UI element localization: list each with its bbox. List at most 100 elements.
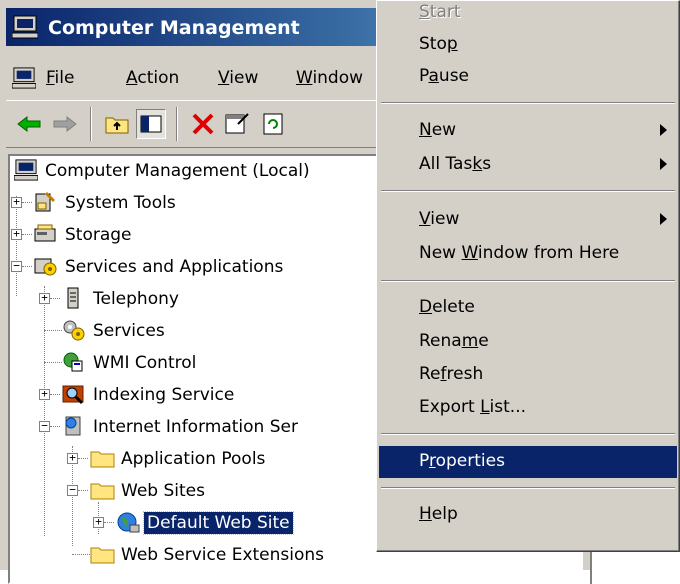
menu-item-new-window-from-here[interactable]: New Window from Here bbox=[379, 238, 677, 270]
label-post: s bbox=[482, 154, 492, 174]
tree-connector bbox=[50, 426, 60, 427]
tree-item-label: Application Pools bbox=[121, 449, 266, 469]
back-arrow-icon[interactable] bbox=[14, 109, 44, 139]
label-key: W bbox=[461, 243, 478, 263]
menu-item-text: Pause bbox=[419, 66, 469, 86]
menu-separator bbox=[381, 433, 675, 435]
label-post: resh bbox=[446, 364, 484, 384]
label-post: elete bbox=[432, 297, 475, 317]
label-pre: Re bbox=[419, 364, 441, 384]
tree-item-label: WMI Control bbox=[93, 353, 197, 373]
label-post: use bbox=[438, 66, 470, 86]
menu-item-view[interactable]: View bbox=[379, 204, 677, 236]
menu-item-text: All Tasks bbox=[419, 154, 491, 174]
menu-item-rename[interactable]: Rename bbox=[379, 326, 677, 358]
menu-view-post: iew bbox=[229, 68, 259, 88]
tree-connector bbox=[44, 362, 62, 363]
expand-plus-icon[interactable]: + bbox=[67, 452, 78, 464]
menu-separator bbox=[381, 487, 675, 489]
label-key: a bbox=[428, 66, 439, 86]
menu-item-pause[interactable]: Pause bbox=[379, 61, 677, 93]
label-pre: All Tas bbox=[419, 154, 473, 174]
tree-item-label: Services bbox=[93, 321, 165, 341]
menu-item-export-list[interactable]: Export List... bbox=[379, 392, 677, 424]
label-post: ew bbox=[431, 120, 457, 140]
tree-item-label: Internet Information Ser bbox=[93, 417, 298, 437]
menu-window[interactable]: Window bbox=[296, 68, 363, 88]
collapse-minus-icon[interactable]: − bbox=[39, 420, 50, 432]
menu-item-text: Properties bbox=[419, 451, 505, 471]
toolbar-separator bbox=[176, 107, 178, 141]
tree-item-label: Computer Management (Local) bbox=[45, 161, 310, 181]
expand-plus-icon[interactable]: + bbox=[11, 228, 22, 240]
label-pre: New bbox=[419, 243, 462, 263]
window-title: Computer Management bbox=[48, 17, 300, 39]
menu-item-stop[interactable]: Stop bbox=[379, 29, 677, 61]
label-pre: P bbox=[419, 451, 429, 471]
menu-item-properties[interactable]: Properties bbox=[379, 446, 677, 478]
label-pre: P bbox=[419, 66, 429, 86]
expand-plus-icon[interactable]: + bbox=[39, 388, 50, 400]
menu-action-post: ction bbox=[137, 68, 180, 88]
folder-icon bbox=[90, 447, 116, 474]
properties-icon[interactable] bbox=[222, 109, 252, 139]
menu-action-key: A bbox=[126, 68, 138, 88]
tree-connector bbox=[16, 196, 17, 296]
tree-connector bbox=[104, 522, 114, 523]
label-key: p bbox=[446, 34, 458, 54]
tree-connector bbox=[78, 490, 88, 491]
label-key: D bbox=[419, 297, 433, 317]
menu-window-post: indow bbox=[312, 68, 364, 88]
system-menu-icon[interactable] bbox=[11, 67, 37, 94]
label-post: iew bbox=[430, 209, 460, 229]
delete-icon[interactable] bbox=[188, 109, 218, 139]
menu-item-all-tasks[interactable]: All Tasks bbox=[379, 149, 677, 181]
menu-item-text: New bbox=[419, 120, 456, 140]
folder-icon bbox=[90, 479, 116, 506]
toolbar-separator bbox=[90, 107, 92, 141]
menu-item-text: View bbox=[419, 209, 459, 229]
collapse-minus-icon[interactable]: − bbox=[67, 484, 78, 496]
label-key: k bbox=[472, 154, 483, 174]
menu-separator bbox=[381, 280, 675, 282]
menu-item-help[interactable]: Help bbox=[379, 499, 677, 531]
menu-item-text: Help bbox=[419, 504, 458, 524]
menu-view[interactable]: View bbox=[218, 68, 258, 88]
menu-item-text: Export List... bbox=[419, 397, 526, 417]
label-key: r bbox=[428, 451, 436, 471]
expand-plus-icon[interactable]: + bbox=[11, 196, 22, 208]
label-key: V bbox=[419, 209, 431, 229]
menu-item-text: Rename bbox=[419, 331, 489, 351]
label-post: elp bbox=[431, 504, 458, 524]
menu-file[interactable]: File bbox=[46, 68, 74, 88]
submenu-arrow-icon bbox=[660, 158, 667, 170]
forward-arrow-icon[interactable] bbox=[50, 109, 80, 139]
label-pre: Sto bbox=[419, 34, 447, 54]
menu-item-new[interactable]: New bbox=[379, 115, 677, 147]
tree-connector bbox=[44, 286, 45, 536]
expand-plus-icon[interactable]: + bbox=[93, 516, 104, 528]
tree-item-label: Web Sites bbox=[121, 481, 205, 501]
label-post: ist... bbox=[489, 397, 527, 417]
telephony-icon bbox=[62, 287, 84, 314]
menu-item-text: Start bbox=[419, 2, 461, 22]
collapse-minus-icon[interactable]: − bbox=[11, 260, 22, 272]
label-post: indow from Here bbox=[477, 243, 620, 263]
refresh-icon[interactable] bbox=[258, 109, 288, 139]
label-pre: Export bbox=[419, 397, 481, 417]
menu-action[interactable]: Action bbox=[126, 68, 179, 88]
menu-item-delete[interactable]: Delete bbox=[379, 292, 677, 324]
label-key: m bbox=[461, 331, 479, 351]
expand-plus-icon[interactable]: + bbox=[39, 292, 50, 304]
menu-item-start[interactable]: Start bbox=[379, 0, 677, 29]
tree-connector bbox=[22, 266, 32, 267]
menu-item-text: Delete bbox=[419, 297, 475, 317]
tree-connector bbox=[22, 234, 32, 235]
menu-item-refresh[interactable]: Refresh bbox=[379, 359, 677, 391]
show-hide-console-tree-icon[interactable] bbox=[136, 109, 166, 139]
up-one-level-icon[interactable] bbox=[102, 109, 132, 139]
menu-view-key: V bbox=[218, 68, 230, 88]
services-and-applications-icon bbox=[34, 255, 58, 282]
label-post: operties bbox=[435, 451, 505, 471]
label-key: L bbox=[480, 397, 490, 417]
